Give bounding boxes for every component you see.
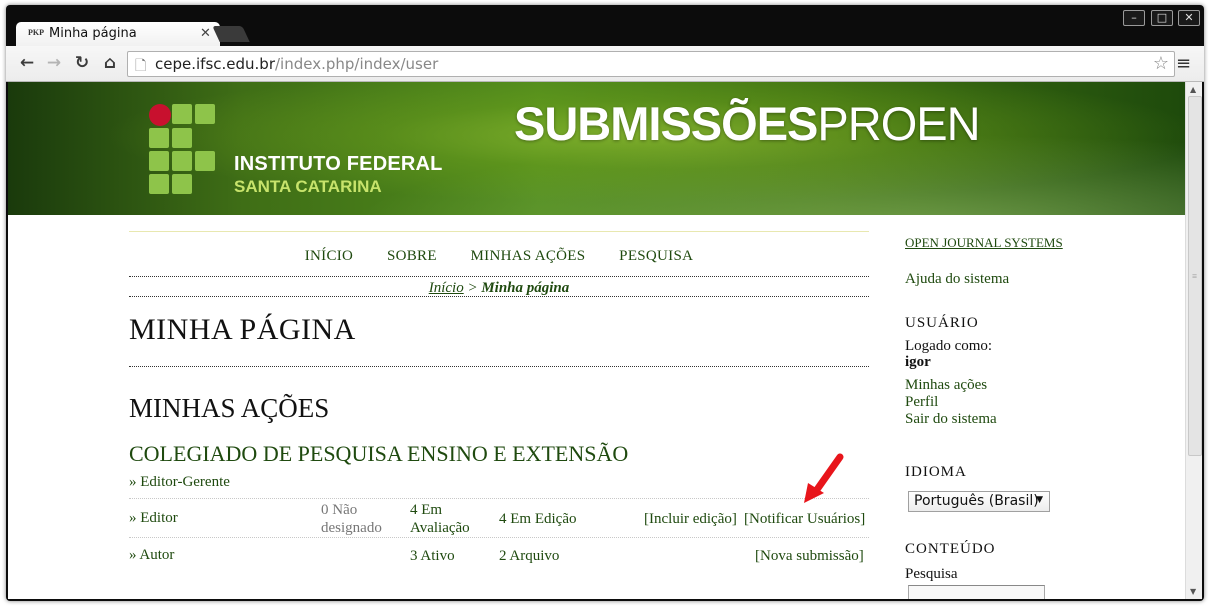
main-content: INÍCIO SOBRE MINHAS AÇÕES PESQUISA Iníci… xyxy=(129,215,869,599)
logo-square xyxy=(172,104,192,124)
brand-bold: SUBMISSÕES xyxy=(514,97,818,150)
logo-square xyxy=(172,128,192,148)
username: igor xyxy=(905,354,931,370)
role-autor[interactable]: » Autor xyxy=(129,547,174,564)
divider xyxy=(129,296,869,297)
tab-strip: PKP Minha página ✕ – □ ✕ xyxy=(6,5,1204,46)
right-sidebar: OPEN JOURNAL SYSTEMS Ajuda do sistema US… xyxy=(905,215,1175,599)
brand-light: PROEN xyxy=(817,97,980,150)
role-editor-gerente[interactable]: » Editor-Gerente xyxy=(129,474,230,491)
url-text: cepe.ifsc.edu.br/index.php/index/user xyxy=(155,55,438,73)
logo-square xyxy=(149,151,169,171)
page-viewport: INSTITUTO FEDERAL SANTA CATARINA SUBMISS… xyxy=(8,82,1202,599)
minimize-icon[interactable]: – xyxy=(1123,10,1145,26)
breadcrumb-home[interactable]: Início xyxy=(429,280,464,296)
author-archive-link[interactable]: 2 Arquivo xyxy=(499,547,559,565)
address-bar[interactable]: 🗋 cepe.ifsc.edu.br/index.php/index/user … xyxy=(127,51,1175,77)
browser-window: PKP Minha página ✕ – □ ✕ ← → ↻ ⌂ 🗋 cepe.… xyxy=(6,5,1204,601)
url-path: /index.php/index/user xyxy=(275,55,439,73)
logo-square xyxy=(172,174,192,194)
editor-in-editing-link[interactable]: 4 Em Edição xyxy=(499,510,576,528)
logo-red-dot xyxy=(149,104,171,126)
content-heading: CONTEÚDO xyxy=(905,541,996,557)
tab-close-icon[interactable]: ✕ xyxy=(200,26,211,41)
institute-subname: SANTA CATARINA xyxy=(234,177,382,196)
divider xyxy=(129,366,869,367)
editor-unassigned-line1: 0 Não xyxy=(321,502,358,518)
chevron-down-icon: ▼ xyxy=(1036,495,1043,505)
breadcrumb-current[interactable]: Minha página xyxy=(481,280,569,296)
search-label: Pesquisa xyxy=(905,566,958,582)
help-link[interactable]: Ajuda do sistema xyxy=(905,271,1009,288)
divider xyxy=(129,276,869,277)
bookmark-star-icon[interactable]: ☆ xyxy=(1153,53,1169,74)
nav-inicio[interactable]: INÍCIO xyxy=(305,248,353,264)
new-submission-link[interactable]: [Nova submissão] xyxy=(755,547,864,565)
scroll-down-icon[interactable]: ▼ xyxy=(1190,587,1196,596)
home-icon[interactable]: ⌂ xyxy=(99,52,121,74)
nav-pesquisa[interactable]: PESQUISA xyxy=(619,248,693,264)
top-divider xyxy=(129,231,869,232)
section-title: MINHAS AÇÕES xyxy=(129,393,330,423)
logged-as-label: Logado como: xyxy=(905,338,993,354)
author-active-link[interactable]: 3 Ativo xyxy=(410,547,455,565)
logout-link[interactable]: Sair do sistema xyxy=(905,411,997,428)
header-banner: INSTITUTO FEDERAL SANTA CATARINA SUBMISS… xyxy=(8,82,1185,215)
page-title: MINHA PÁGINA xyxy=(129,313,356,346)
language-select-value: Português (Brasil) xyxy=(914,493,1039,509)
editor-in-review-link[interactable]: 4 Em Avaliação xyxy=(410,501,470,537)
pkp-favicon-icon: PKP xyxy=(28,28,44,37)
tab-title: Minha página xyxy=(49,26,137,41)
institute-name: INSTITUTO FEDERAL xyxy=(234,153,443,175)
language-select[interactable]: Português (Brasil) ▼ xyxy=(908,491,1050,512)
editor-unassigned-line2: designado xyxy=(321,520,382,536)
breadcrumb: Início > Minha página xyxy=(129,280,869,297)
main-nav: INÍCIO SOBRE MINHAS AÇÕES PESQUISA xyxy=(129,248,869,265)
reload-icon[interactable]: ↻ xyxy=(71,52,93,74)
row-divider xyxy=(129,498,869,499)
page-icon: 🗋 xyxy=(135,58,147,74)
red-arrow-annotation-icon xyxy=(804,453,844,503)
create-issue-link[interactable]: [Incluir edição] xyxy=(644,510,737,528)
editor-unassigned: 0 Não designado xyxy=(321,501,382,537)
back-arrow-icon[interactable]: ← xyxy=(16,52,38,74)
logo-square xyxy=(195,104,215,124)
browser-toolbar: ← → ↻ ⌂ 🗋 cepe.ifsc.edu.br/index.php/ind… xyxy=(6,46,1204,82)
editor-in-review-line1: 4 Em xyxy=(410,502,443,518)
menu-icon[interactable]: ≡ xyxy=(1176,53,1191,74)
nav-minhas-acoes[interactable]: MINHAS AÇÕES xyxy=(471,248,586,264)
scroll-up-icon[interactable]: ▲ xyxy=(1190,85,1196,94)
logo-square xyxy=(149,128,169,148)
forward-arrow-icon[interactable]: → xyxy=(43,52,65,74)
search-input[interactable] xyxy=(908,585,1045,599)
maximize-icon[interactable]: □ xyxy=(1151,10,1173,26)
editor-in-review-line2: Avaliação xyxy=(410,520,470,536)
logo-square xyxy=(172,151,192,171)
nav-sobre[interactable]: SOBRE xyxy=(387,248,437,264)
browser-tab[interactable]: PKP Minha página ✕ xyxy=(16,22,220,46)
journal-title-link[interactable]: COLEGIADO DE PESQUISA ENSINO E EXTENSÃO xyxy=(129,441,628,467)
row-divider xyxy=(129,537,869,538)
breadcrumb-separator: > xyxy=(467,280,478,296)
ojs-link[interactable]: OPEN JOURNAL SYSTEMS xyxy=(905,235,1063,251)
user-heading: USUÁRIO xyxy=(905,315,979,331)
grip-icon: ≡ xyxy=(1192,271,1198,281)
site-brand: SUBMISSÕESPROEN xyxy=(514,96,981,151)
url-host: cepe.ifsc.edu.br xyxy=(155,55,275,73)
logo-square xyxy=(149,174,169,194)
language-heading: IDIOMA xyxy=(905,464,967,480)
close-window-icon[interactable]: ✕ xyxy=(1178,10,1200,26)
notify-users-link[interactable]: [Notificar Usuários] xyxy=(744,510,865,528)
role-editor[interactable]: » Editor xyxy=(129,510,178,527)
scrollbar-thumb[interactable]: ≡ xyxy=(1188,96,1202,456)
new-tab-button[interactable] xyxy=(212,26,250,42)
logo-square xyxy=(195,151,215,171)
profile-link[interactable]: Perfil xyxy=(905,394,938,411)
vertical-scrollbar[interactable]: ▲ ≡ ▼ xyxy=(1185,82,1202,599)
my-actions-link[interactable]: Minhas ações xyxy=(905,377,987,394)
